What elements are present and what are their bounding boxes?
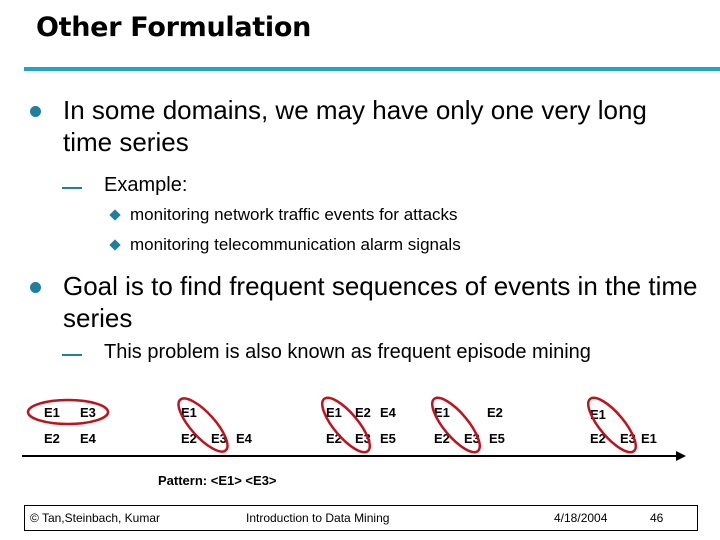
footer-copyright: © Tan,Steinbach, Kumar (30, 511, 161, 525)
event-label: E2 (487, 405, 503, 420)
event-label: E1 (590, 407, 606, 422)
highlight-oval (177, 397, 229, 453)
title-underline (24, 67, 720, 71)
time-axis (22, 455, 678, 457)
event-label: E2 (44, 431, 60, 446)
highlight-oval (321, 396, 371, 454)
highlight-oval (587, 396, 637, 454)
diamond-bullet-icon (109, 209, 121, 221)
highlight-oval (26, 398, 110, 426)
event-label: E2 (181, 431, 197, 446)
slide-title: Other Formulation (36, 12, 311, 43)
event-label: E1 (44, 405, 60, 420)
highlight-oval (431, 396, 481, 454)
footer-date: 4/18/2004 (554, 511, 608, 525)
slide-footer: © Tan,Steinbach, Kumar Introduction to D… (24, 505, 698, 531)
event-label: E2 (434, 431, 450, 446)
event-label: E1 (181, 405, 197, 420)
event-label: E3 (211, 431, 227, 446)
event-label: E3 (80, 405, 96, 420)
diamond-bullet-icon (109, 239, 121, 251)
event-label: E3 (464, 431, 480, 446)
event-label: E4 (380, 405, 396, 420)
event-label: E1 (434, 405, 450, 420)
footer-course: Introduction to Data Mining (246, 511, 390, 525)
bullet-1-sub-text: Example: (104, 174, 188, 196)
event-label: E1 (326, 405, 342, 420)
arrow-right-icon (676, 451, 686, 461)
event-label: E3 (620, 431, 636, 446)
bullet-dot-icon (30, 106, 41, 117)
event-label: E2 (326, 431, 342, 446)
bullet-dot-icon (30, 282, 41, 293)
event-label: E5 (489, 431, 505, 446)
example-item-1: monitoring network traffic events for at… (130, 205, 458, 224)
event-label: E2 (355, 405, 371, 420)
pattern-label: Pattern: <E1> <E3> (158, 473, 277, 488)
bullet-1-text: In some domains, we may have only one ve… (63, 95, 647, 157)
dash-icon (62, 354, 82, 356)
footer-page-number: 46 (650, 511, 664, 525)
event-label: E1 (641, 431, 657, 446)
event-label: E5 (380, 431, 396, 446)
event-label: E2 (590, 431, 606, 446)
bullet-2-sub-text: This problem is also known as frequent e… (104, 341, 591, 363)
example-item-2: monitoring telecommunication alarm signa… (130, 235, 461, 254)
dash-icon (62, 187, 82, 189)
event-label: E4 (80, 431, 96, 446)
event-label: E3 (355, 431, 371, 446)
event-label: E4 (236, 431, 252, 446)
bullet-2-text: Goal is to find frequent sequences of ev… (63, 271, 698, 333)
